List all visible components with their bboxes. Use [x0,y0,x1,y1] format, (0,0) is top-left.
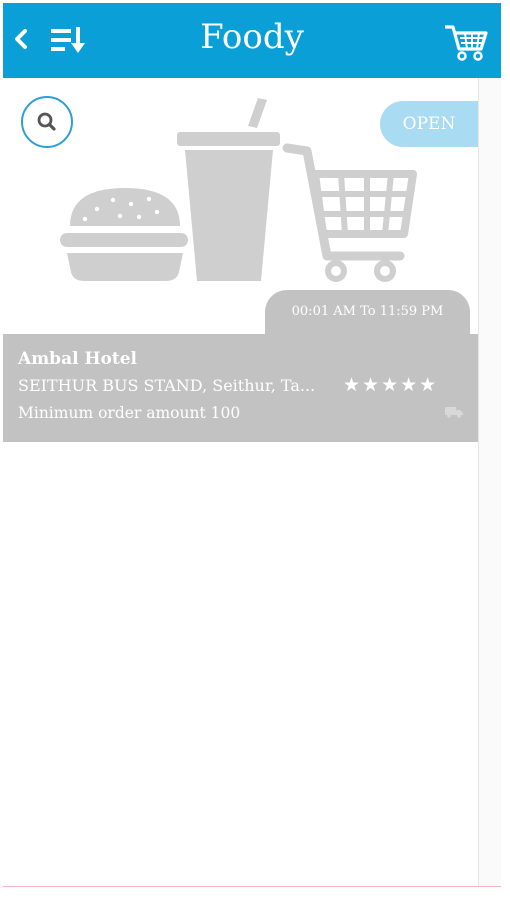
scrollbar[interactable] [478,78,501,886]
app-header: Foody [3,3,501,78]
bottom-divider [3,886,501,887]
open-status-badge: OPEN [380,101,478,147]
search-icon [37,112,56,131]
truck-icon [445,407,463,418]
cart-icon[interactable] [443,21,489,63]
minimum-order: Minimum order amount 100 [18,404,241,422]
restaurant-info: Ambal Hotel SEITHUR BUS STAND, Seithur, … [3,334,478,442]
food-placeholder-image [60,98,417,282]
rating-stars: ★★★★★ [343,374,439,396]
cart-illustration-icon [282,143,417,282]
drink-icon [177,98,280,281]
burger-icon [60,188,188,281]
restaurant-address: SEITHUR BUS STAND, Seithur, Ta... [18,376,316,395]
search-button[interactable] [21,96,73,148]
restaurant-name: Ambal Hotel [18,349,137,369]
restaurant-card[interactable]: OPEN 00:01 AM To 11:59 PM Ambal Hotel SE… [3,78,478,442]
app-title: Foody [200,17,304,57]
opening-hours: 00:01 AM To 11:59 PM [265,290,470,334]
